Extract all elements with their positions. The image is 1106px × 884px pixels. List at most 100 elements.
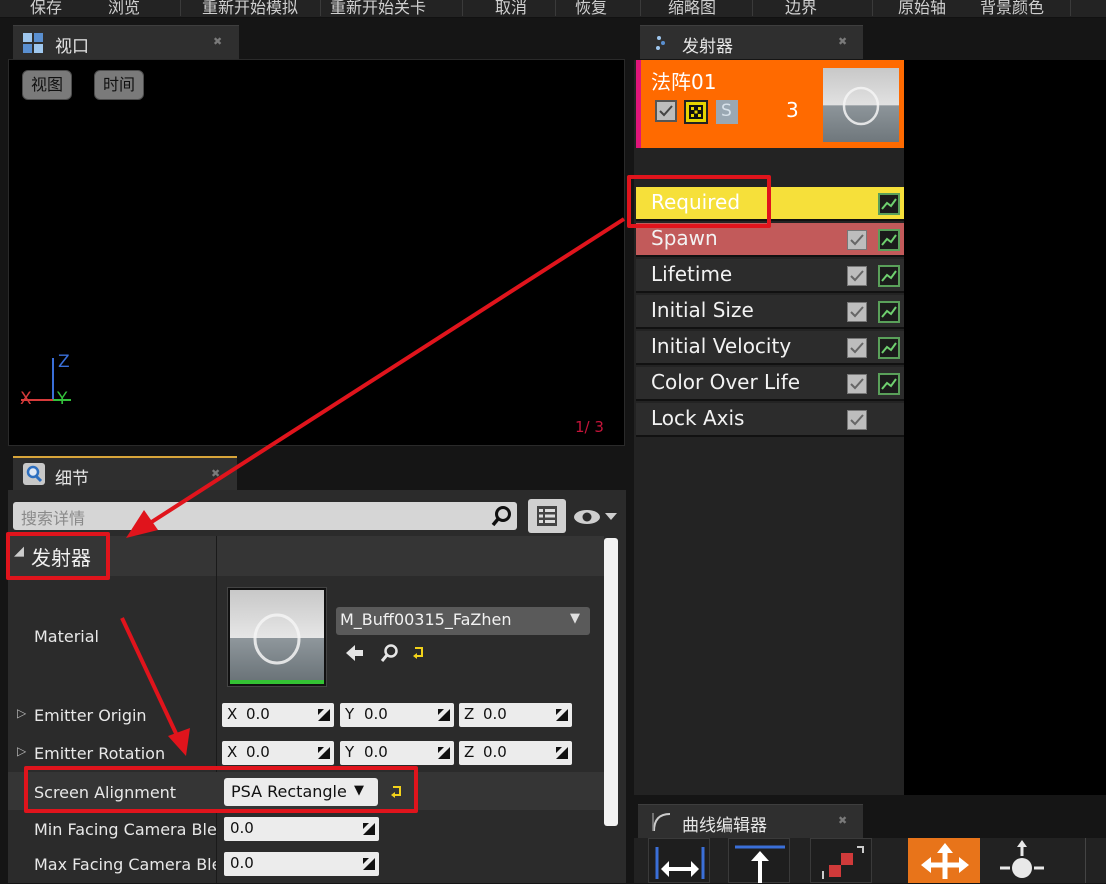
tab-viewport[interactable]: 视口 ✖	[13, 25, 239, 59]
restart-level-button[interactable]: 重新开始关卡	[330, 0, 426, 17]
browse-search-icon[interactable]	[380, 643, 400, 663]
tab-label: 细节	[55, 469, 89, 489]
module-label: Lock Axis	[651, 406, 745, 430]
highlight-box	[6, 532, 110, 580]
grid-list-icon	[537, 506, 557, 526]
search-icon[interactable]	[491, 505, 513, 527]
move-mode-button[interactable]	[908, 838, 980, 883]
curve-graph-icon[interactable]	[878, 301, 900, 323]
toolbar-divider	[1070, 0, 1071, 16]
curve-graph-icon[interactable]	[878, 265, 900, 287]
render-mode-button[interactable]	[684, 100, 708, 124]
drag-handle-icon[interactable]	[363, 823, 375, 835]
search-details-input[interactable]: 搜索详情	[13, 502, 517, 530]
tab-emitters[interactable]: 发射器 ✖	[640, 25, 863, 59]
thumbnail-button[interactable]: 缩略图	[668, 0, 716, 17]
drag-handle-icon[interactable]	[438, 747, 450, 759]
preview-viewport[interactable]: 视图 时间 Z X Y 1/ 3	[8, 59, 625, 446]
redo-button[interactable]: 恢复	[575, 0, 607, 17]
module-initial-velocity[interactable]: Initial Velocity	[636, 331, 904, 365]
drag-handle-icon[interactable]	[318, 747, 330, 759]
rotation-x-field[interactable]: X 0.0	[222, 741, 334, 765]
checkmark-icon	[850, 342, 864, 354]
origin-x-field[interactable]: X 0.0	[222, 703, 334, 727]
emitter-thumbnail[interactable]	[823, 68, 899, 142]
checkmark-icon	[850, 414, 864, 426]
fit-horizontal-button[interactable]	[648, 838, 710, 883]
curve-graph-icon[interactable]	[878, 373, 900, 395]
curve-graph-icon[interactable]	[878, 193, 900, 215]
material-thumbnail[interactable]	[227, 587, 327, 687]
origin-y-field[interactable]: Y 0.0	[340, 703, 454, 727]
close-icon[interactable]: ✖	[838, 814, 847, 827]
eye-visibility-icon[interactable]	[573, 506, 621, 528]
origin-axis-button[interactable]: 原始轴	[898, 0, 946, 17]
enable-checkbox[interactable]	[847, 266, 867, 286]
max-facing-label: Max Facing Camera Blend	[34, 855, 216, 874]
axis-z-label: Z	[58, 352, 70, 372]
material-dropdown[interactable]: M_Buff00315_FaZhen ▼	[336, 607, 590, 635]
rotation-z-field[interactable]: Z 0.0	[459, 741, 572, 765]
curve-graph-icon[interactable]	[878, 337, 900, 359]
module-label: Color Over Life	[651, 370, 801, 394]
close-icon[interactable]: ✖	[838, 35, 847, 48]
bg-color-button[interactable]: 背景颜色	[980, 0, 1044, 17]
close-icon[interactable]: ✖	[211, 467, 220, 480]
use-selected-arrow-icon[interactable]	[344, 643, 364, 663]
module-spawn[interactable]: Spawn	[636, 223, 904, 257]
view-options-button[interactable]	[528, 499, 566, 533]
module-initial-size[interactable]: Initial Size	[636, 295, 904, 329]
enable-checkbox[interactable]	[847, 410, 867, 430]
drag-handle-icon[interactable]	[556, 747, 568, 759]
enable-checkbox[interactable]	[847, 374, 867, 394]
time-menu-button[interactable]: 时间	[94, 70, 145, 100]
bounds-button[interactable]: 边界	[785, 0, 817, 17]
highlight-box	[24, 766, 418, 813]
axis-y-label: Y	[57, 389, 68, 409]
main-toolbar: 保存 浏览 重新开始模拟 重新开始关卡 取消 恢复 缩略图 边界 原始轴 背景颜…	[0, 0, 1106, 18]
view-menu-button[interactable]: 视图	[22, 70, 73, 100]
origin-z-field[interactable]: Z 0.0	[459, 703, 572, 727]
enable-checkbox[interactable]	[847, 338, 867, 358]
toolbar-divider	[640, 0, 641, 16]
key-mode-button[interactable]	[990, 838, 1052, 883]
tab-details[interactable]: 细节 ✖	[13, 456, 237, 490]
max-facing-field[interactable]: 0.0	[224, 852, 379, 876]
rotation-y-field[interactable]: Y 0.0	[340, 741, 454, 765]
fit-vertical-icon	[735, 845, 785, 883]
expand-arrow-icon[interactable]: ▷	[17, 706, 26, 720]
material-label: Material	[34, 627, 99, 646]
curve-graph-icon[interactable]	[878, 229, 900, 251]
scrollbar-thumb[interactable]	[604, 538, 618, 826]
enable-checkbox[interactable]	[847, 302, 867, 322]
min-facing-field[interactable]: 0.0	[224, 817, 379, 841]
module-color-over-life[interactable]: Color Over Life	[636, 367, 904, 401]
pan-keys-icon	[822, 846, 864, 879]
toolbar-divider	[752, 0, 753, 16]
save-button[interactable]: 保存	[30, 0, 62, 17]
curve-icon	[652, 813, 671, 832]
toolbar-divider	[872, 0, 873, 16]
drag-handle-icon[interactable]	[438, 709, 450, 721]
checkmark-icon	[850, 378, 864, 390]
restart-sim-button[interactable]: 重新开始模拟	[202, 0, 298, 17]
enable-checkbox[interactable]	[655, 100, 677, 122]
drag-handle-icon[interactable]	[363, 858, 375, 870]
search-placeholder: 搜索详情	[21, 509, 86, 528]
emitter-header[interactable]: 法阵01 S 3	[636, 60, 904, 148]
solo-button[interactable]: S	[716, 100, 738, 124]
tab-curve-editor[interactable]: 曲线编辑器 ✖	[638, 804, 863, 838]
pan-mode-button[interactable]	[810, 838, 872, 883]
enable-checkbox[interactable]	[847, 230, 867, 250]
module-lock-axis[interactable]: Lock Axis	[636, 403, 904, 437]
undo-button[interactable]: 取消	[495, 0, 527, 17]
drag-handle-icon[interactable]	[318, 709, 330, 721]
module-lifetime[interactable]: Lifetime	[636, 259, 904, 293]
expand-arrow-icon[interactable]: ▷	[17, 744, 26, 758]
browse-button[interactable]: 浏览	[108, 0, 140, 17]
close-icon[interactable]: ✖	[213, 35, 222, 48]
fit-vertical-button[interactable]	[728, 838, 790, 883]
drag-handle-icon[interactable]	[556, 709, 568, 721]
reset-default-icon[interactable]	[412, 645, 426, 659]
min-facing-label: Min Facing Camera Blend	[34, 820, 216, 839]
